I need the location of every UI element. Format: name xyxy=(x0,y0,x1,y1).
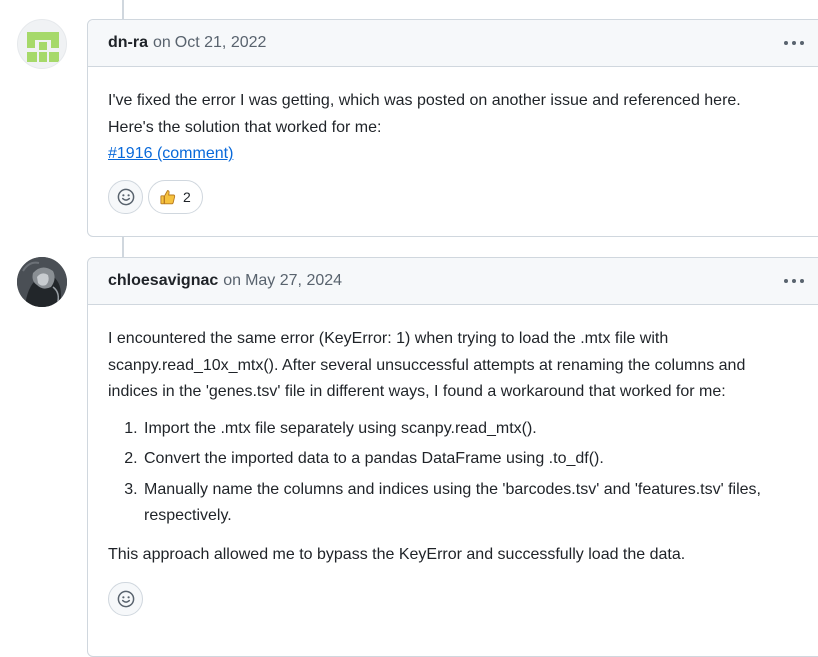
comment-body: I encountered the same error (KeyError: … xyxy=(88,305,818,568)
list-item: Manually name the columns and indices us… xyxy=(142,477,796,530)
smiley-icon xyxy=(117,188,134,205)
timeline-connector-top xyxy=(122,0,124,20)
kebab-horizontal-icon xyxy=(792,279,796,283)
comment-options-button[interactable] xyxy=(780,33,808,53)
list-item: Import the .mtx file separately using sc… xyxy=(142,416,796,443)
comment-header: dn-ra on Oct 21, 2022 xyxy=(88,20,818,67)
workaround-steps-list: Import the .mtx file separately using sc… xyxy=(142,416,796,530)
avatar[interactable] xyxy=(17,257,67,307)
comment-card: dn-ra on Oct 21, 2022 I've fixed the err… xyxy=(87,19,818,237)
reactions-bar: 2 xyxy=(88,179,818,214)
issue-comment-link[interactable]: #1916 (comment) xyxy=(108,145,233,162)
comment-paragraph: I encountered the same error (KeyError: … xyxy=(108,330,746,400)
comment-author[interactable]: chloesavignac xyxy=(108,272,218,290)
comment-author[interactable]: dn-ra xyxy=(108,34,148,52)
comment-on-label: on xyxy=(153,34,171,51)
list-item: Convert the imported data to a pandas Da… xyxy=(142,446,796,473)
comment-body: I've fixed the error I was getting, whic… xyxy=(88,67,818,168)
kebab-horizontal-icon xyxy=(784,279,788,283)
comment-paragraph: This approach allowed me to bypass the K… xyxy=(108,545,686,563)
kebab-horizontal-icon xyxy=(792,41,796,45)
comment-card: chloesavignac on May 27, 2024 I encounte… xyxy=(87,257,818,657)
add-reaction-button[interactable] xyxy=(108,582,143,616)
add-reaction-button[interactable] xyxy=(108,179,143,214)
comment-text-line: Here's the solution that worked for me: xyxy=(108,118,382,136)
comment-date[interactable]: May 27, 2024 xyxy=(245,272,342,290)
timeline-connector-middle xyxy=(122,236,124,258)
comment-date[interactable]: Oct 21, 2022 xyxy=(175,34,267,52)
kebab-horizontal-icon xyxy=(784,41,788,45)
comment-text-line: I've fixed the error I was getting, whic… xyxy=(108,92,741,109)
comment-on-label: on xyxy=(223,272,242,289)
identicon-avatar-icon xyxy=(27,32,59,62)
avatar[interactable] xyxy=(17,19,67,69)
reactions-bar xyxy=(88,582,818,616)
thumbs-up-icon xyxy=(160,189,176,204)
smiley-icon xyxy=(117,590,134,608)
thumbs-up-reaction-button[interactable]: 2 xyxy=(148,179,203,214)
user-photo-avatar-icon xyxy=(17,257,67,307)
comment-options-button[interactable] xyxy=(780,271,808,291)
kebab-horizontal-icon xyxy=(800,41,804,45)
kebab-horizontal-icon xyxy=(800,279,804,283)
reaction-count: 2 xyxy=(183,188,191,205)
comment-header: chloesavignac on May 27, 2024 xyxy=(88,258,818,305)
